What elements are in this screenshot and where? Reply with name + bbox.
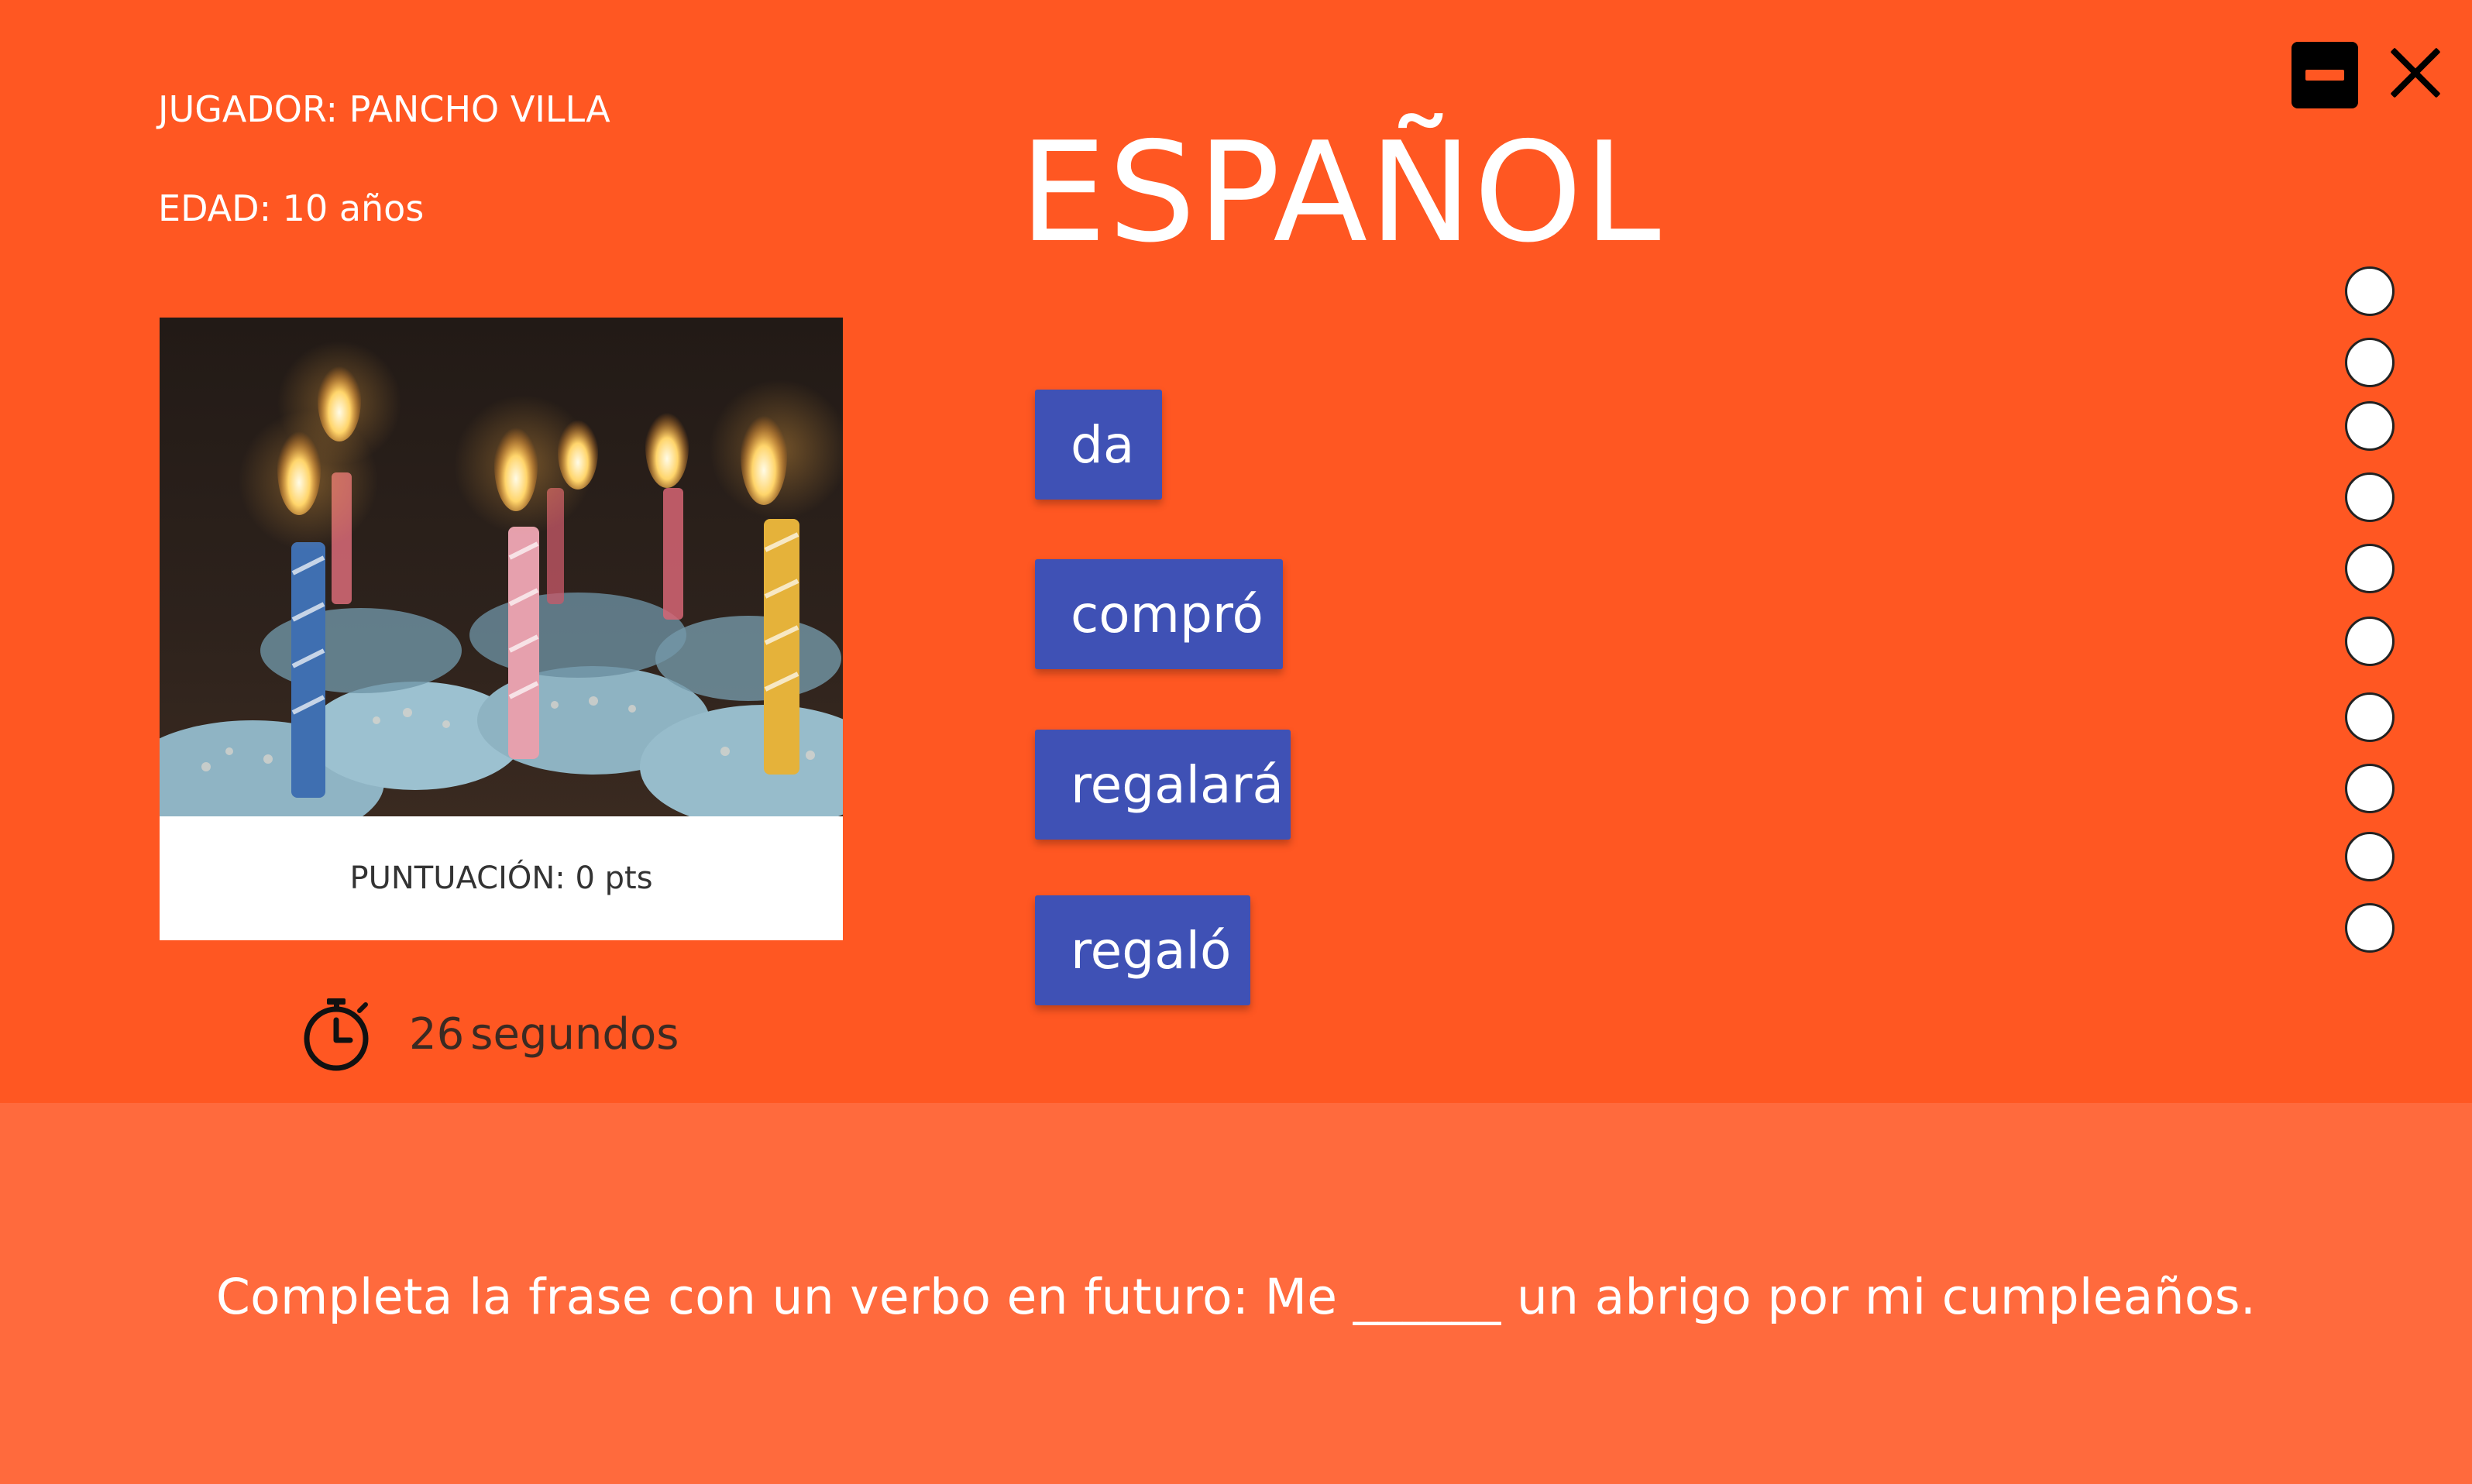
progress-dot <box>2345 266 2395 316</box>
answer-option-compro[interactable]: compró <box>1035 559 1283 669</box>
subject-title: ESPAÑOL <box>1019 112 1662 273</box>
progress-dot <box>2345 472 2395 522</box>
progress-dot <box>2345 764 2395 813</box>
timer: 26 segundos <box>302 991 679 1077</box>
player-name: JUGADOR: PANCHO VILLA <box>158 88 610 130</box>
progress-dot <box>2345 832 2395 881</box>
progress-dot <box>2345 544 2395 593</box>
progress-dot <box>2345 338 2395 387</box>
photo-card: PUNTUACIÓN: 0 pts <box>160 318 843 940</box>
player-age: EDAD: 10 años <box>158 187 425 229</box>
score-label: PUNTUACIÓN: 0 pts <box>349 861 653 896</box>
timer-unit: segundos <box>470 1008 679 1060</box>
progress-dot <box>2345 692 2395 742</box>
progress-dot <box>2345 903 2395 953</box>
stopwatch-icon <box>304 998 369 1071</box>
progress-dot <box>2345 401 2395 451</box>
timer-value: 26 <box>409 1008 465 1060</box>
question-progress <box>2345 0 2399 1007</box>
answer-option-regalo[interactable]: regaló <box>1035 895 1250 1005</box>
question-panel: Completa la frase con un verbo en futuro… <box>0 1103 2472 1484</box>
answer-option-regalara[interactable]: regalará <box>1035 730 1291 840</box>
question-text: Completa la frase con un verbo en futuro… <box>215 1268 2257 1325</box>
progress-dot <box>2345 617 2395 666</box>
birthday-candles-image <box>160 318 843 816</box>
answer-option-da[interactable]: da <box>1035 390 1162 500</box>
